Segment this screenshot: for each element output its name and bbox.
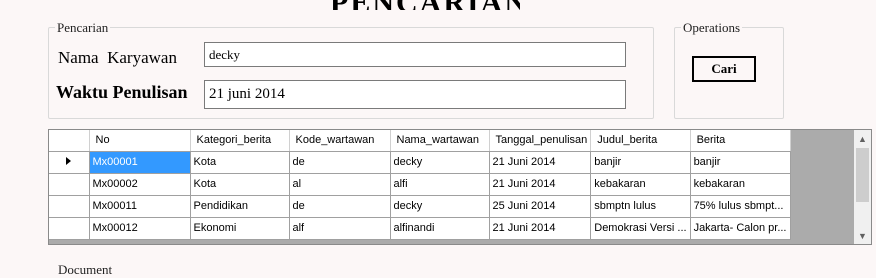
column-header[interactable]: Tanggal_penulisan bbox=[489, 130, 592, 152]
table-cell[interactable]: 21 Juni 2014 bbox=[489, 217, 592, 240]
table-cell[interactable]: kebakaran bbox=[590, 173, 691, 196]
table-cell[interactable]: Mx00012 bbox=[89, 217, 191, 240]
cari-button[interactable]: Cari bbox=[692, 56, 756, 82]
scroll-thumb[interactable] bbox=[856, 148, 869, 202]
column-header[interactable]: Berita bbox=[690, 130, 791, 152]
table-row[interactable]: Mx00001 Kota de decky 21 Juni 2014 banji… bbox=[49, 151, 791, 174]
table-cell[interactable]: Ekonomi bbox=[190, 217, 290, 240]
operations-group-legend: Operations bbox=[681, 20, 743, 36]
table-cell[interactable]: Kota bbox=[190, 173, 290, 196]
table-cell[interactable]: de bbox=[289, 195, 391, 218]
column-header[interactable]: Kategori_berita bbox=[190, 130, 290, 152]
table-row[interactable]: Mx00012 Ekonomi alf alfinandi 21 Juni 20… bbox=[49, 217, 791, 240]
table-cell[interactable]: Kota bbox=[190, 151, 290, 174]
table-cell[interactable]: banjir bbox=[590, 151, 691, 174]
table-cell[interactable]: alf bbox=[289, 217, 391, 240]
table-row[interactable]: Mx00011 Pendidikan de decky 25 Juni 2014… bbox=[49, 195, 791, 218]
table-cell[interactable]: Demokrasi Versi ... bbox=[590, 217, 691, 240]
waktu-penulisan-label: Waktu Penulisan bbox=[56, 82, 188, 102]
scroll-down-icon[interactable]: ▼ bbox=[854, 227, 871, 244]
scroll-up-icon[interactable]: ▲ bbox=[854, 130, 871, 147]
row-header[interactable] bbox=[49, 195, 90, 218]
column-header[interactable]: Judul_berita bbox=[590, 130, 691, 152]
row-header-corner bbox=[49, 130, 90, 152]
table-row[interactable]: Mx00002 Kota al alfi 21 Juni 2014 kebaka… bbox=[49, 173, 791, 196]
table-cell[interactable]: kebakaran bbox=[690, 173, 791, 196]
table-cell[interactable]: decky bbox=[390, 195, 490, 218]
current-row-arrow-icon bbox=[66, 157, 72, 165]
table-cell[interactable]: al bbox=[289, 173, 391, 196]
table-cell[interactable]: alfi bbox=[390, 173, 490, 196]
results-grid[interactable]: No Kategori_berita Kode_wartawan Nama_wa… bbox=[48, 129, 872, 245]
form-title: PENCARIAN bbox=[330, 0, 520, 10]
column-header[interactable]: Nama_wartawan bbox=[390, 130, 490, 152]
table-cell[interactable]: Mx00011 bbox=[89, 195, 191, 218]
table-cell[interactable]: Mx00002 bbox=[89, 173, 191, 196]
table-cell[interactable]: banjir bbox=[690, 151, 791, 174]
row-header[interactable] bbox=[49, 151, 90, 174]
table-cell[interactable]: 25 Juni 2014 bbox=[489, 195, 592, 218]
results-table: No Kategori_berita Kode_wartawan Nama_wa… bbox=[49, 130, 791, 240]
table-cell[interactable]: Jakarta- Calon pr... bbox=[690, 217, 791, 240]
nama-karyawan-label: Nama Karyawan bbox=[58, 48, 177, 67]
row-header[interactable] bbox=[49, 173, 90, 196]
column-header[interactable]: Kode_wartawan bbox=[289, 130, 391, 152]
header-row: No Kategori_berita Kode_wartawan Nama_wa… bbox=[49, 130, 791, 152]
table-cell[interactable]: decky bbox=[390, 151, 490, 174]
table-cell[interactable]: sbmptn lulus bbox=[590, 195, 691, 218]
search-group-legend: Pencarian bbox=[55, 20, 111, 36]
row-header[interactable] bbox=[49, 217, 90, 240]
table-cell[interactable]: 75% lulus sbmpt... bbox=[690, 195, 791, 218]
document-group-legend: Document bbox=[58, 262, 113, 277]
table-cell[interactable]: alfinandi bbox=[390, 217, 490, 240]
column-header[interactable]: No bbox=[89, 130, 191, 152]
table-cell[interactable]: Pendidikan bbox=[190, 195, 290, 218]
table-cell[interactable]: Mx00001 bbox=[89, 151, 191, 174]
table-cell[interactable]: 21 Juni 2014 bbox=[489, 173, 592, 196]
vertical-scrollbar[interactable]: ▲ ▼ bbox=[854, 130, 871, 244]
table-cell[interactable]: 21 Juni 2014 bbox=[489, 151, 592, 174]
nama-karyawan-input[interactable] bbox=[204, 42, 626, 67]
waktu-penulisan-input[interactable] bbox=[204, 80, 626, 109]
table-cell[interactable]: de bbox=[289, 151, 391, 174]
